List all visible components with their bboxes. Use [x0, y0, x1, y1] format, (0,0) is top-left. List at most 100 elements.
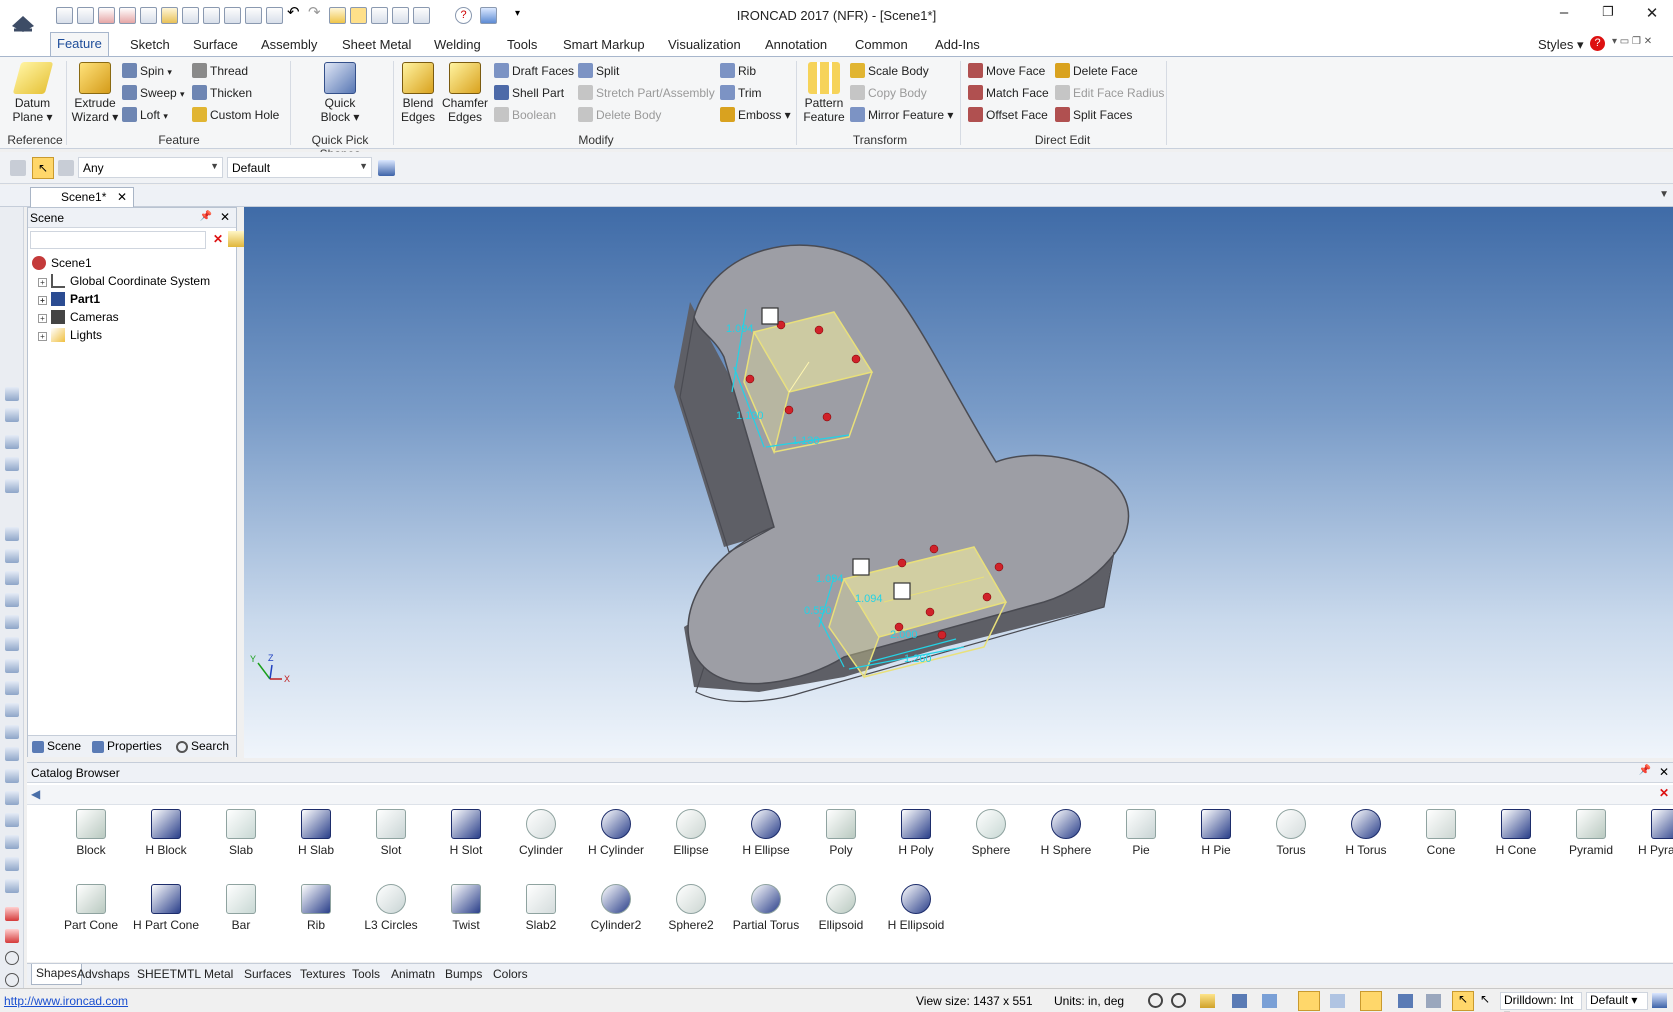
- catalog-item-h-slot[interactable]: H Slot: [431, 809, 501, 857]
- view-tool-icon[interactable]: [5, 791, 19, 805]
- catalog-tab-bumps[interactable]: Bumps: [445, 967, 482, 981]
- view-tool-icon[interactable]: [5, 593, 19, 607]
- shell-part-button[interactable]: Shell Part: [494, 83, 564, 103]
- catalog-item-h-slab[interactable]: H Slab: [281, 809, 351, 857]
- pin-icon[interactable]: 📌: [1639, 765, 1651, 776]
- catalog-tab-surfaces[interactable]: Surfaces: [244, 967, 291, 981]
- view-tool-icon[interactable]: [5, 747, 19, 761]
- pattern-feature-button[interactable]: Pattern Feature: [800, 62, 848, 124]
- pointer-icon[interactable]: ↖: [1480, 992, 1490, 1006]
- tab-list-icon[interactable]: ▼: [1659, 189, 1669, 200]
- catalog-item-bar[interactable]: Bar: [206, 884, 276, 932]
- view-tool-icon[interactable]: [5, 387, 19, 401]
- stretch-part-button[interactable]: Stretch Part/Assembly: [578, 83, 715, 103]
- expand-icon[interactable]: +: [38, 296, 47, 305]
- view-tool-icon[interactable]: [5, 457, 19, 471]
- website-link[interactable]: http://www.ironcad.com: [4, 994, 128, 1008]
- mode-dropdown[interactable]: Default ▾: [1586, 992, 1648, 1010]
- expand-icon[interactable]: +: [38, 278, 47, 287]
- select-region-icon[interactable]: [58, 160, 74, 176]
- view-tool-icon[interactable]: [5, 527, 19, 541]
- catalog-item-slot[interactable]: Slot: [356, 809, 426, 857]
- tab-surface[interactable]: Surface: [193, 35, 238, 54]
- tab-add-ins[interactable]: Add-Ins: [935, 35, 980, 54]
- zoom-window-icon[interactable]: [1171, 993, 1186, 1008]
- tree-item-lights[interactable]: + Lights: [38, 326, 102, 344]
- catalog-item-h-poly[interactable]: H Poly: [881, 809, 951, 857]
- restore-icon[interactable]: ❐: [1588, 4, 1628, 26]
- pin-icon[interactable]: 📌: [200, 211, 212, 222]
- styles-menu[interactable]: Styles ▾: [1538, 35, 1584, 55]
- boolean-button[interactable]: Boolean: [494, 105, 556, 125]
- extrude-wizard-button[interactable]: Extrude Wizard ▾: [70, 62, 120, 124]
- view-tool-icon[interactable]: [5, 479, 19, 493]
- zoom-icon[interactable]: [1148, 993, 1163, 1008]
- catalog-item-slab2[interactable]: Slab2: [506, 884, 576, 932]
- catalog-item-h-cylinder[interactable]: H Cylinder: [581, 809, 651, 857]
- view-tool-icon[interactable]: [5, 681, 19, 695]
- catalog-item-cylinder[interactable]: Cylinder: [506, 809, 576, 857]
- select-mode-icon[interactable]: ↖: [1452, 991, 1474, 1011]
- tab-scene[interactable]: Scene: [32, 739, 81, 753]
- loft-button[interactable]: Loft ▾: [122, 105, 168, 125]
- sketch-tool-icon[interactable]: [5, 907, 19, 921]
- view-tool-icon[interactable]: [5, 571, 19, 585]
- configuration-dropdown[interactable]: Default ▼: [227, 157, 372, 178]
- tab-sketch[interactable]: Sketch: [130, 35, 170, 54]
- shading-icon[interactable]: [1200, 994, 1215, 1008]
- move-face-button[interactable]: Move Face: [968, 61, 1045, 81]
- status-options-icon[interactable]: [1652, 993, 1667, 1008]
- view-tool-icon[interactable]: [5, 857, 19, 871]
- view-tool-icon[interactable]: [5, 435, 19, 449]
- view-tool-icon[interactable]: [5, 703, 19, 717]
- catalog-tab-textures[interactable]: Textures: [300, 967, 345, 981]
- tab-visualization[interactable]: Visualization: [668, 35, 741, 54]
- view-cube-icon[interactable]: [1232, 994, 1247, 1008]
- tab-assembly[interactable]: Assembly: [261, 35, 317, 54]
- ribbon-options-icon[interactable]: ▾ ▭ ❐ ✕: [1612, 36, 1652, 47]
- catalog-item-h-cone[interactable]: H Cone: [1481, 809, 1551, 857]
- catalog-item-sphere2[interactable]: Sphere2: [656, 884, 726, 932]
- blend-edges-button[interactable]: Blend Edges: [398, 62, 438, 124]
- circle-tool-icon[interactable]: [5, 951, 19, 965]
- close-panel-icon[interactable]: ✕: [220, 210, 230, 224]
- circle-tool-icon[interactable]: [5, 973, 19, 987]
- close-icon[interactable]: ✕: [1632, 4, 1672, 26]
- thread-button[interactable]: Thread: [192, 61, 248, 81]
- help-icon[interactable]: ?: [1590, 36, 1605, 51]
- split-faces-button[interactable]: Split Faces: [1055, 105, 1132, 125]
- delete-body-button[interactable]: Delete Body: [578, 105, 661, 125]
- view-tool-icon[interactable]: [5, 813, 19, 827]
- configuration-tree-icon[interactable]: [378, 160, 395, 176]
- catalog-item-ellipsoid[interactable]: Ellipsoid: [806, 884, 876, 932]
- section-icon[interactable]: [1360, 991, 1382, 1011]
- split-button[interactable]: Split: [578, 61, 619, 81]
- catalog-item-twist[interactable]: Twist: [431, 884, 501, 932]
- catalog-item-h-sphere[interactable]: H Sphere: [1031, 809, 1101, 857]
- view-tool-icon[interactable]: [5, 549, 19, 563]
- catalog-item-torus[interactable]: Torus: [1256, 809, 1326, 857]
- catalog-tab-shapes[interactable]: Shapes: [31, 964, 82, 985]
- catalog-item-h-torus[interactable]: H Torus: [1331, 809, 1401, 857]
- tab-common[interactable]: Common: [855, 35, 908, 54]
- drilldown-dropdown[interactable]: Drilldown: Int ▾: [1500, 992, 1582, 1012]
- catalog-tab-colors[interactable]: Colors: [493, 967, 528, 981]
- delete-face-button[interactable]: Delete Face: [1055, 61, 1138, 81]
- catalog-item-h-ellipse[interactable]: H Ellipse: [731, 809, 801, 857]
- view-tool-icon[interactable]: [5, 769, 19, 783]
- sweep-button[interactable]: Sweep ▾: [122, 83, 185, 103]
- copy-body-button[interactable]: Copy Body: [850, 83, 927, 103]
- tab-annotation[interactable]: Annotation: [765, 35, 827, 54]
- select-cursor-icon[interactable]: ↖: [32, 157, 54, 179]
- catalog-item-l3-circles[interactable]: L3 Circles: [356, 884, 426, 932]
- edit-face-radius-button[interactable]: Edit Face Radius: [1055, 83, 1164, 103]
- catalog-item-cylinder2[interactable]: Cylinder2: [581, 884, 651, 932]
- tab-properties[interactable]: Properties: [92, 739, 162, 753]
- tree-item-part1[interactable]: + Part1: [38, 290, 100, 308]
- view-tool-icon[interactable]: [5, 408, 19, 422]
- view-tool-icon[interactable]: [5, 725, 19, 739]
- emboss-button[interactable]: Emboss ▾: [720, 105, 791, 125]
- tree-item-global-coordinate-system[interactable]: + Global Coordinate System: [38, 272, 210, 290]
- catalog-item-ellipse[interactable]: Ellipse: [656, 809, 726, 857]
- catalog-item-partial-torus[interactable]: Partial Torus: [731, 884, 801, 932]
